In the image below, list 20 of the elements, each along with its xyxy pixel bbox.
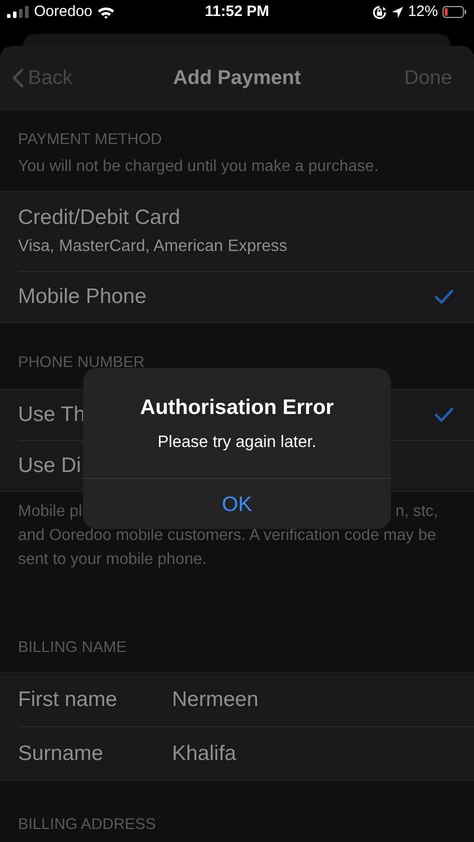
field-label: Surname <box>18 740 104 766</box>
section-header: PHONE NUMBER <box>17 353 146 374</box>
alert-title: Authorisation Error <box>140 395 334 421</box>
option-subtitle: Visa, MasterCard, American Express <box>18 236 288 257</box>
screen-title: Add Payment <box>172 66 302 90</box>
section-header: PAYMENT METHOD <box>17 130 163 150</box>
footer-text: n, stc, <box>395 502 438 522</box>
footer-text: and Ooredoo mobile customers. A verification code may be <box>18 526 436 546</box>
status-time: 11:52 PM <box>204 2 270 22</box>
field-label: First name <box>18 686 118 712</box>
section-note: You will not be charged until you make a purchase. <box>17 157 380 178</box>
option-title: Credit/Debit Card <box>18 204 180 231</box>
battery-percent: 12% <box>408 2 438 22</box>
section-header: BILLING ADDRESS <box>17 814 157 835</box>
alert-message: Please try again later. <box>158 432 316 452</box>
footer-text: sent to your mobile phone. <box>18 550 207 570</box>
footer-text: Mobile pl <box>18 502 82 522</box>
section-header: BILLING NAME <box>17 638 128 658</box>
option-title: Mobile Phone <box>18 284 146 310</box>
carrier-name: Ooredoo <box>34 2 92 22</box>
